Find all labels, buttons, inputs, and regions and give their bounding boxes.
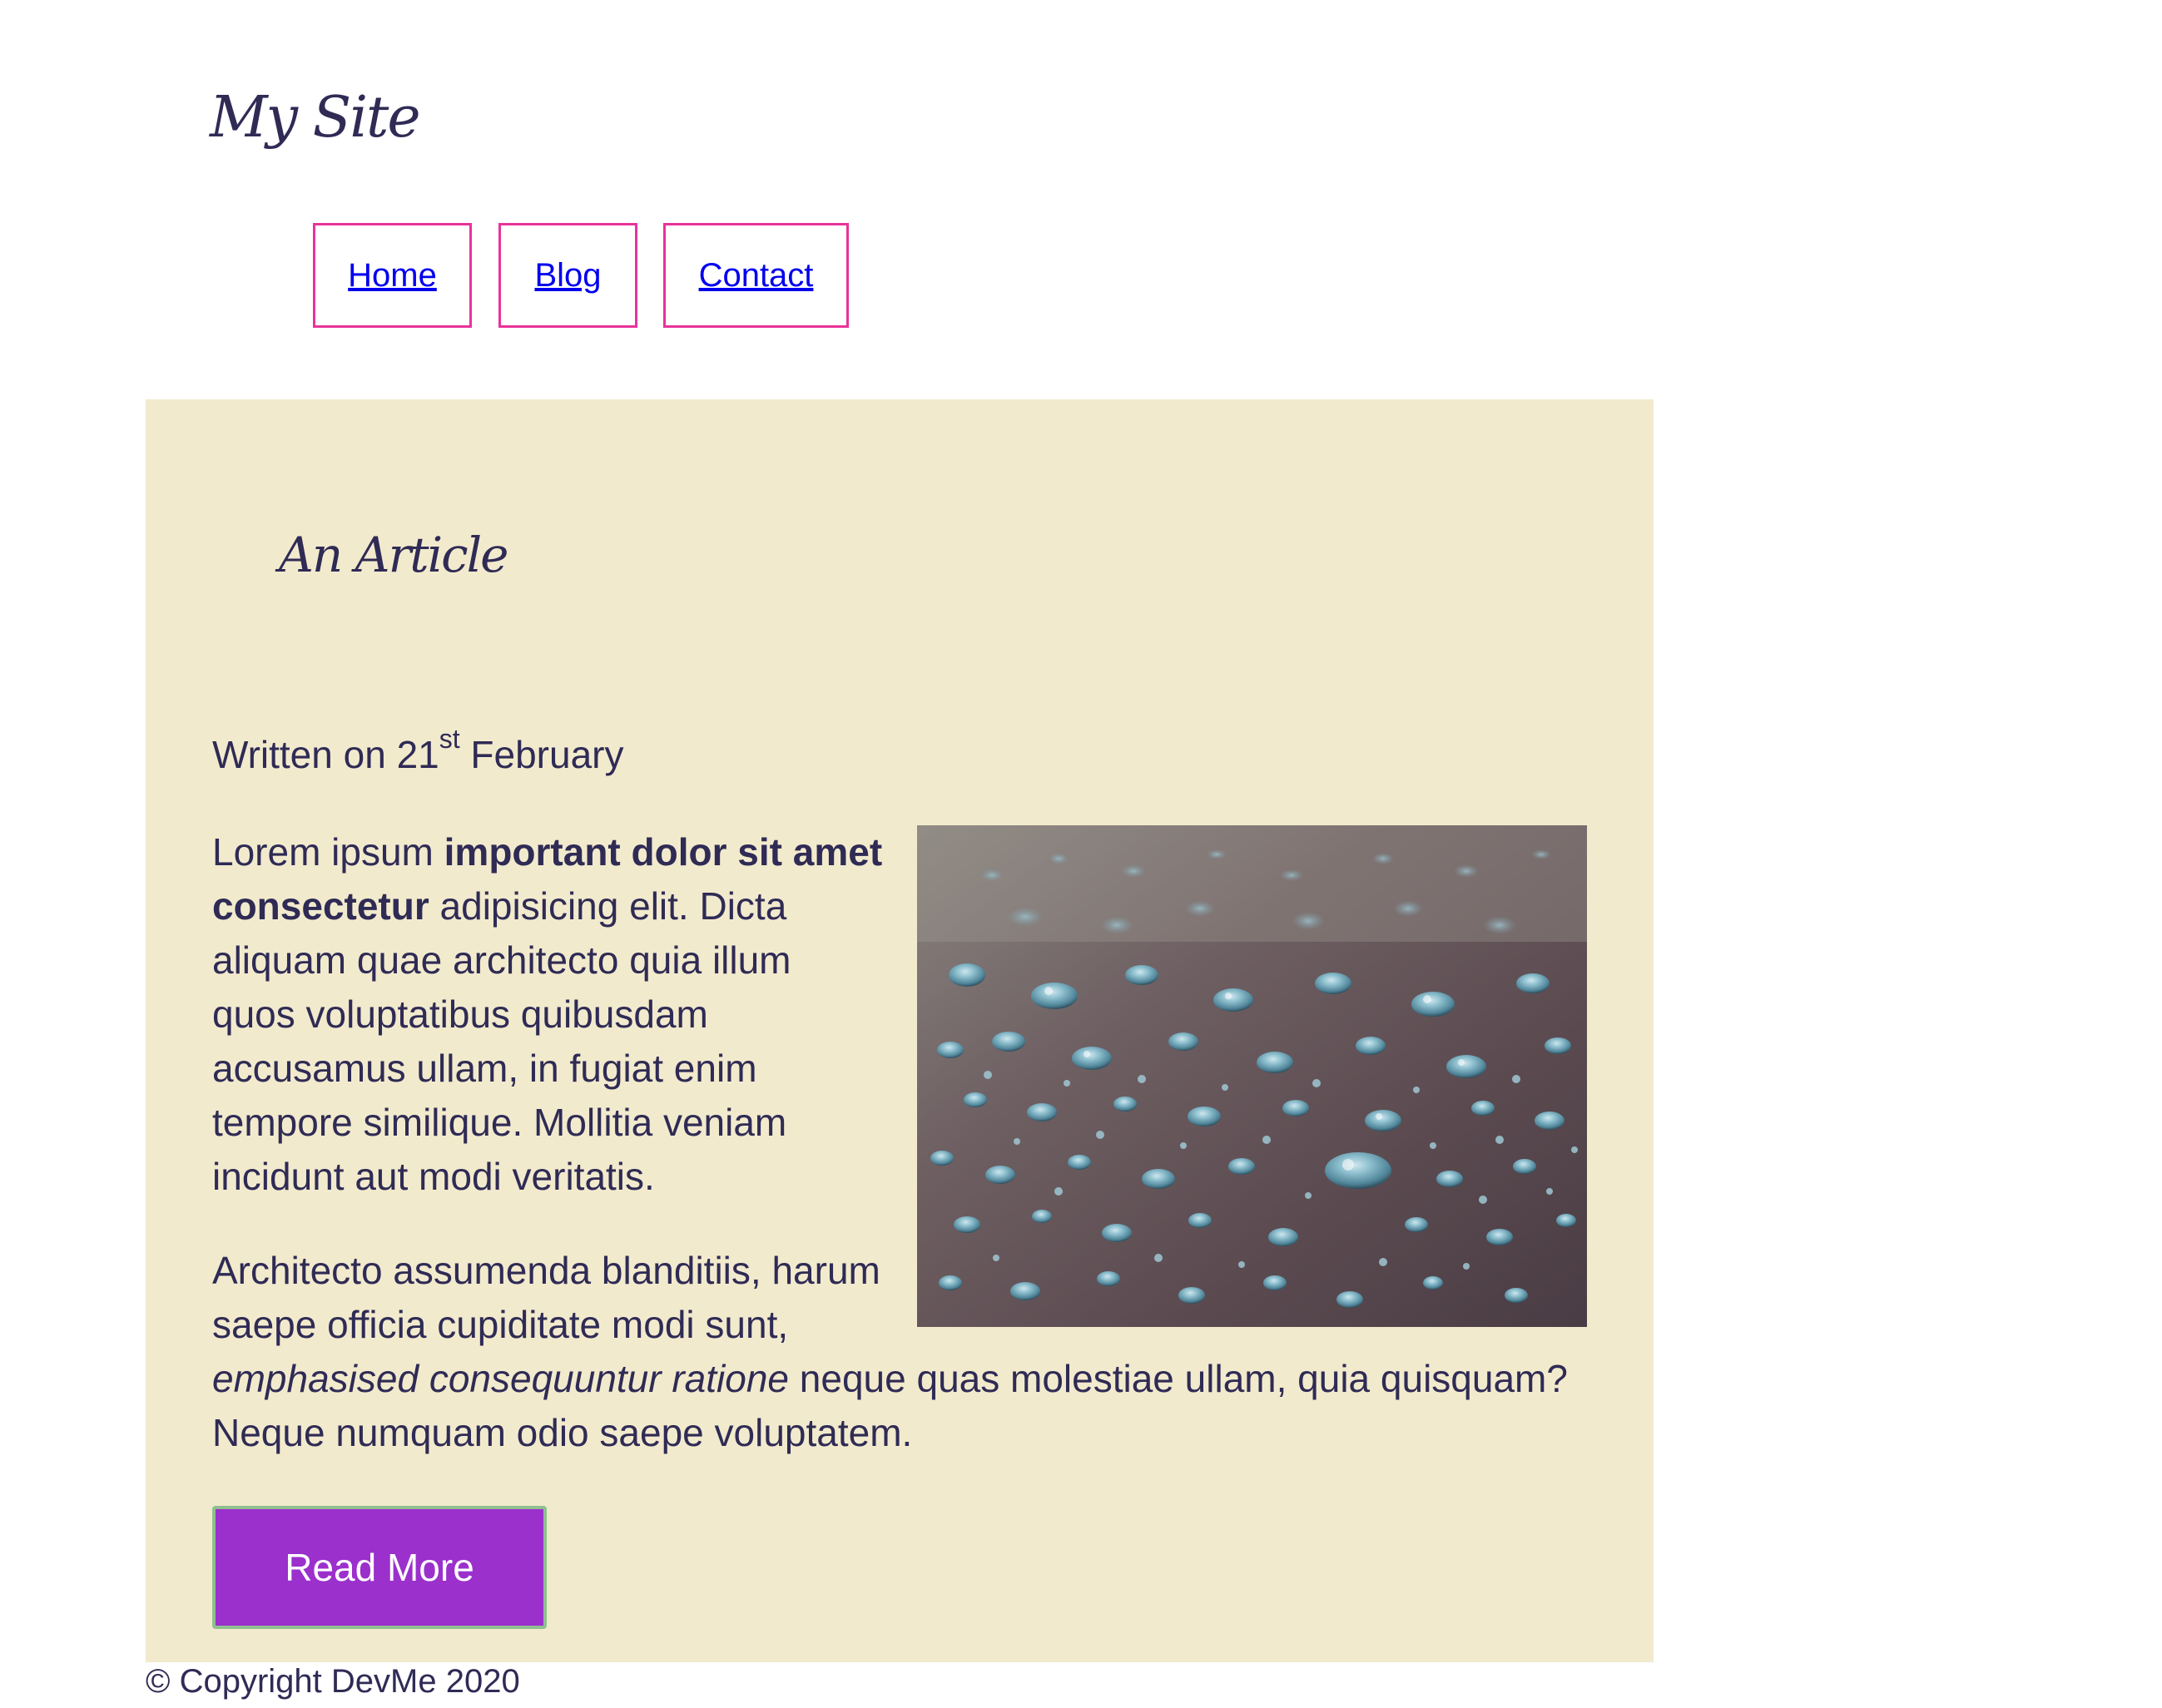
article-date: Written on 21st February xyxy=(212,725,624,778)
footer-copyright: © Copyright DevMe 2020 xyxy=(146,1663,520,1700)
date-month: February xyxy=(470,733,624,776)
nav-item-home: Home xyxy=(313,223,472,328)
water-droplets-image xyxy=(917,825,1587,1327)
site-title: My Site xyxy=(210,85,421,151)
p2-emphasis-text: emphasised consequuntur ratione xyxy=(212,1357,790,1400)
read-more-button[interactable]: Read More xyxy=(212,1506,547,1629)
p1-text-end: adipisicing elit. Dicta aliquam quae arc… xyxy=(212,884,791,1198)
nav-link-contact[interactable]: Contact xyxy=(699,257,814,295)
date-ordinal: st xyxy=(439,724,460,754)
nav-item-contact: Contact xyxy=(663,223,849,328)
nav-item-blog: Blog xyxy=(498,223,637,328)
article-card: An Article Written on 21st February Lore… xyxy=(146,399,1654,1662)
date-prefix: Written on 21 xyxy=(212,733,439,776)
nav-link-home[interactable]: Home xyxy=(348,257,437,295)
p2-text-start: Architecto assumenda blanditiis, harum s… xyxy=(212,1249,880,1346)
p1-text-start: Lorem ipsum xyxy=(212,830,444,874)
article-body: Lorem ipsum important dolor sit amet con… xyxy=(212,825,1587,1500)
article-title: An Article xyxy=(279,527,509,583)
nav-link-blog[interactable]: Blog xyxy=(534,257,601,295)
